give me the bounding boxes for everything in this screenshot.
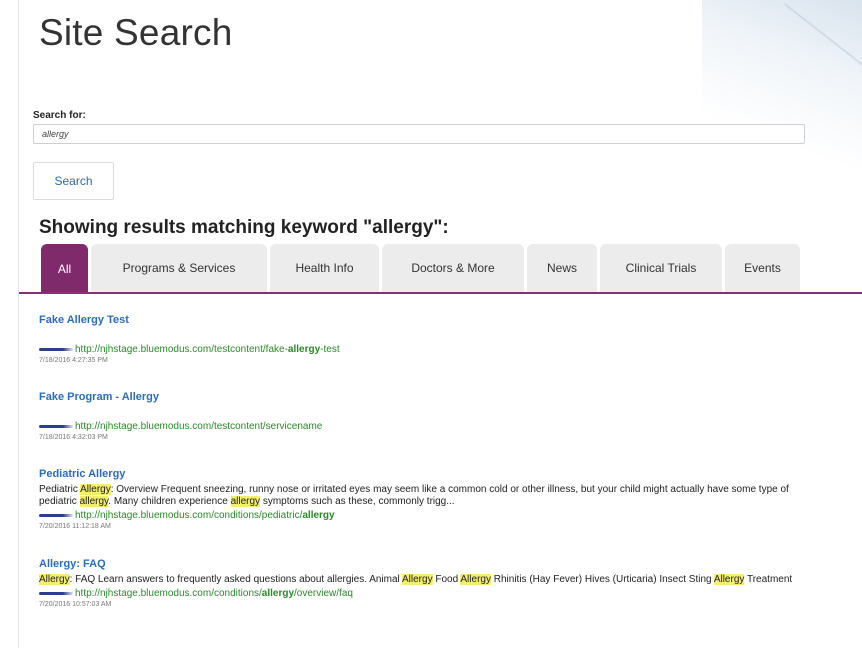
result-url-row: http://njhstage.bluemodus.com/conditions… — [39, 510, 809, 521]
tab-news[interactable]: News — [527, 244, 597, 292]
tab-divider — [19, 292, 862, 294]
result-snippet: Allergy: FAQ Learn answers to frequently… — [39, 574, 793, 585]
result-title-link[interactable]: Pediatric Allergy — [39, 468, 809, 480]
result-url-row: http://njhstage.bluemodus.com/testconten… — [39, 421, 809, 432]
result-url-row: http://njhstage.bluemodus.com/testconten… — [39, 344, 809, 355]
result-url[interactable]: http://njhstage.bluemodus.com/conditions… — [75, 588, 353, 599]
search-result: Fake Program - Allergy http://njhstage.b… — [39, 391, 809, 441]
category-tabs: All Programs & Services Health Info Doct… — [41, 244, 801, 294]
result-title-link[interactable]: Fake Program - Allergy — [39, 391, 809, 403]
tab-clinical-trials[interactable]: Clinical Trials — [600, 244, 722, 292]
result-title-link[interactable]: Fake Allergy Test — [39, 314, 809, 326]
search-result: Allergy: FAQ Allergy: FAQ Learn answers … — [39, 558, 809, 608]
result-url[interactable]: http://njhstage.bluemodus.com/testconten… — [75, 344, 340, 355]
relevance-bar — [39, 425, 73, 428]
tab-all[interactable]: All — [41, 244, 88, 294]
search-result: Pediatric Allergy Pediatric Allergy: Ove… — [39, 468, 809, 530]
result-title-link[interactable]: Allergy: FAQ — [39, 558, 809, 570]
tab-programs-services[interactable]: Programs & Services — [91, 244, 267, 292]
results-heading: Showing results matching keyword "allerg… — [39, 217, 449, 238]
result-url[interactable]: http://njhstage.bluemodus.com/testconten… — [75, 421, 322, 432]
search-result: Fake Allergy Test http://njhstage.bluemo… — [39, 314, 809, 364]
tab-events[interactable]: Events — [725, 244, 800, 292]
corner-decoration — [702, 0, 862, 190]
result-url[interactable]: http://njhstage.bluemodus.com/conditions… — [75, 510, 335, 521]
search-button[interactable]: Search — [33, 162, 114, 200]
tab-doctors-more[interactable]: Doctors & More — [382, 244, 524, 292]
page-title: Site Search — [39, 12, 233, 53]
result-date: 7/18/2016 4:27:35 PM — [39, 357, 108, 364]
tab-health-info[interactable]: Health Info — [270, 244, 379, 292]
page-frame: Site Search Search for: Search Showing r… — [18, 0, 862, 648]
search-label: Search for: — [33, 110, 86, 121]
result-url-row: http://njhstage.bluemodus.com/conditions… — [39, 588, 809, 599]
relevance-bar — [39, 592, 73, 595]
relevance-bar — [39, 514, 73, 517]
result-date: 7/20/2016 11:12:18 AM — [39, 523, 111, 530]
relevance-bar — [39, 348, 73, 351]
search-input[interactable] — [33, 124, 805, 144]
result-date: 7/18/2016 4:32:03 PM — [39, 434, 108, 441]
result-snippet: Pediatric Allergy: Overview Frequent sne… — [39, 484, 789, 507]
result-date: 7/20/2016 10:57:03 AM — [39, 601, 112, 608]
